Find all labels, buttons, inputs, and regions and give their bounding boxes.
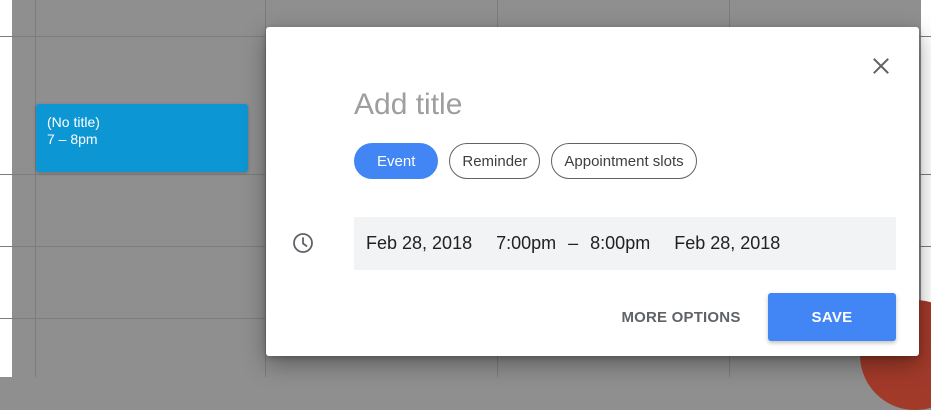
gutter-strip: [0, 0, 12, 377]
tab-event[interactable]: Event: [354, 143, 439, 179]
save-button[interactable]: SAVE: [768, 293, 896, 341]
end-time-field[interactable]: 8:00pm: [590, 233, 650, 254]
event-chip[interactable]: (No title) 7 – 8pm: [36, 104, 248, 172]
tab-reminder[interactable]: Reminder: [449, 143, 541, 179]
title-input[interactable]: [354, 85, 874, 125]
more-options-button[interactable]: MORE OPTIONS: [606, 293, 756, 341]
datetime-row: Feb 28, 2018 7:00pm – 8:00pm Feb 28, 201…: [354, 217, 896, 270]
event-quick-create-dialog: Event Reminder Appointment slots Feb 28,…: [266, 27, 919, 356]
event-type-tabs: Event Reminder Appointment slots: [354, 143, 697, 179]
start-time-field[interactable]: 7:00pm: [496, 233, 556, 254]
tab-appointment-slots[interactable]: Appointment slots: [551, 143, 697, 179]
event-chip-title: (No title): [47, 114, 100, 130]
grid-vline: [35, 0, 36, 377]
start-date-field[interactable]: Feb 28, 2018: [366, 233, 472, 254]
clock-icon: [293, 233, 313, 253]
time-separator: –: [568, 233, 579, 253]
close-icon: [873, 58, 889, 74]
close-button[interactable]: [867, 52, 895, 80]
event-chip-time: 7 – 8pm: [47, 131, 98, 147]
end-date-field[interactable]: Feb 28, 2018: [674, 233, 780, 254]
